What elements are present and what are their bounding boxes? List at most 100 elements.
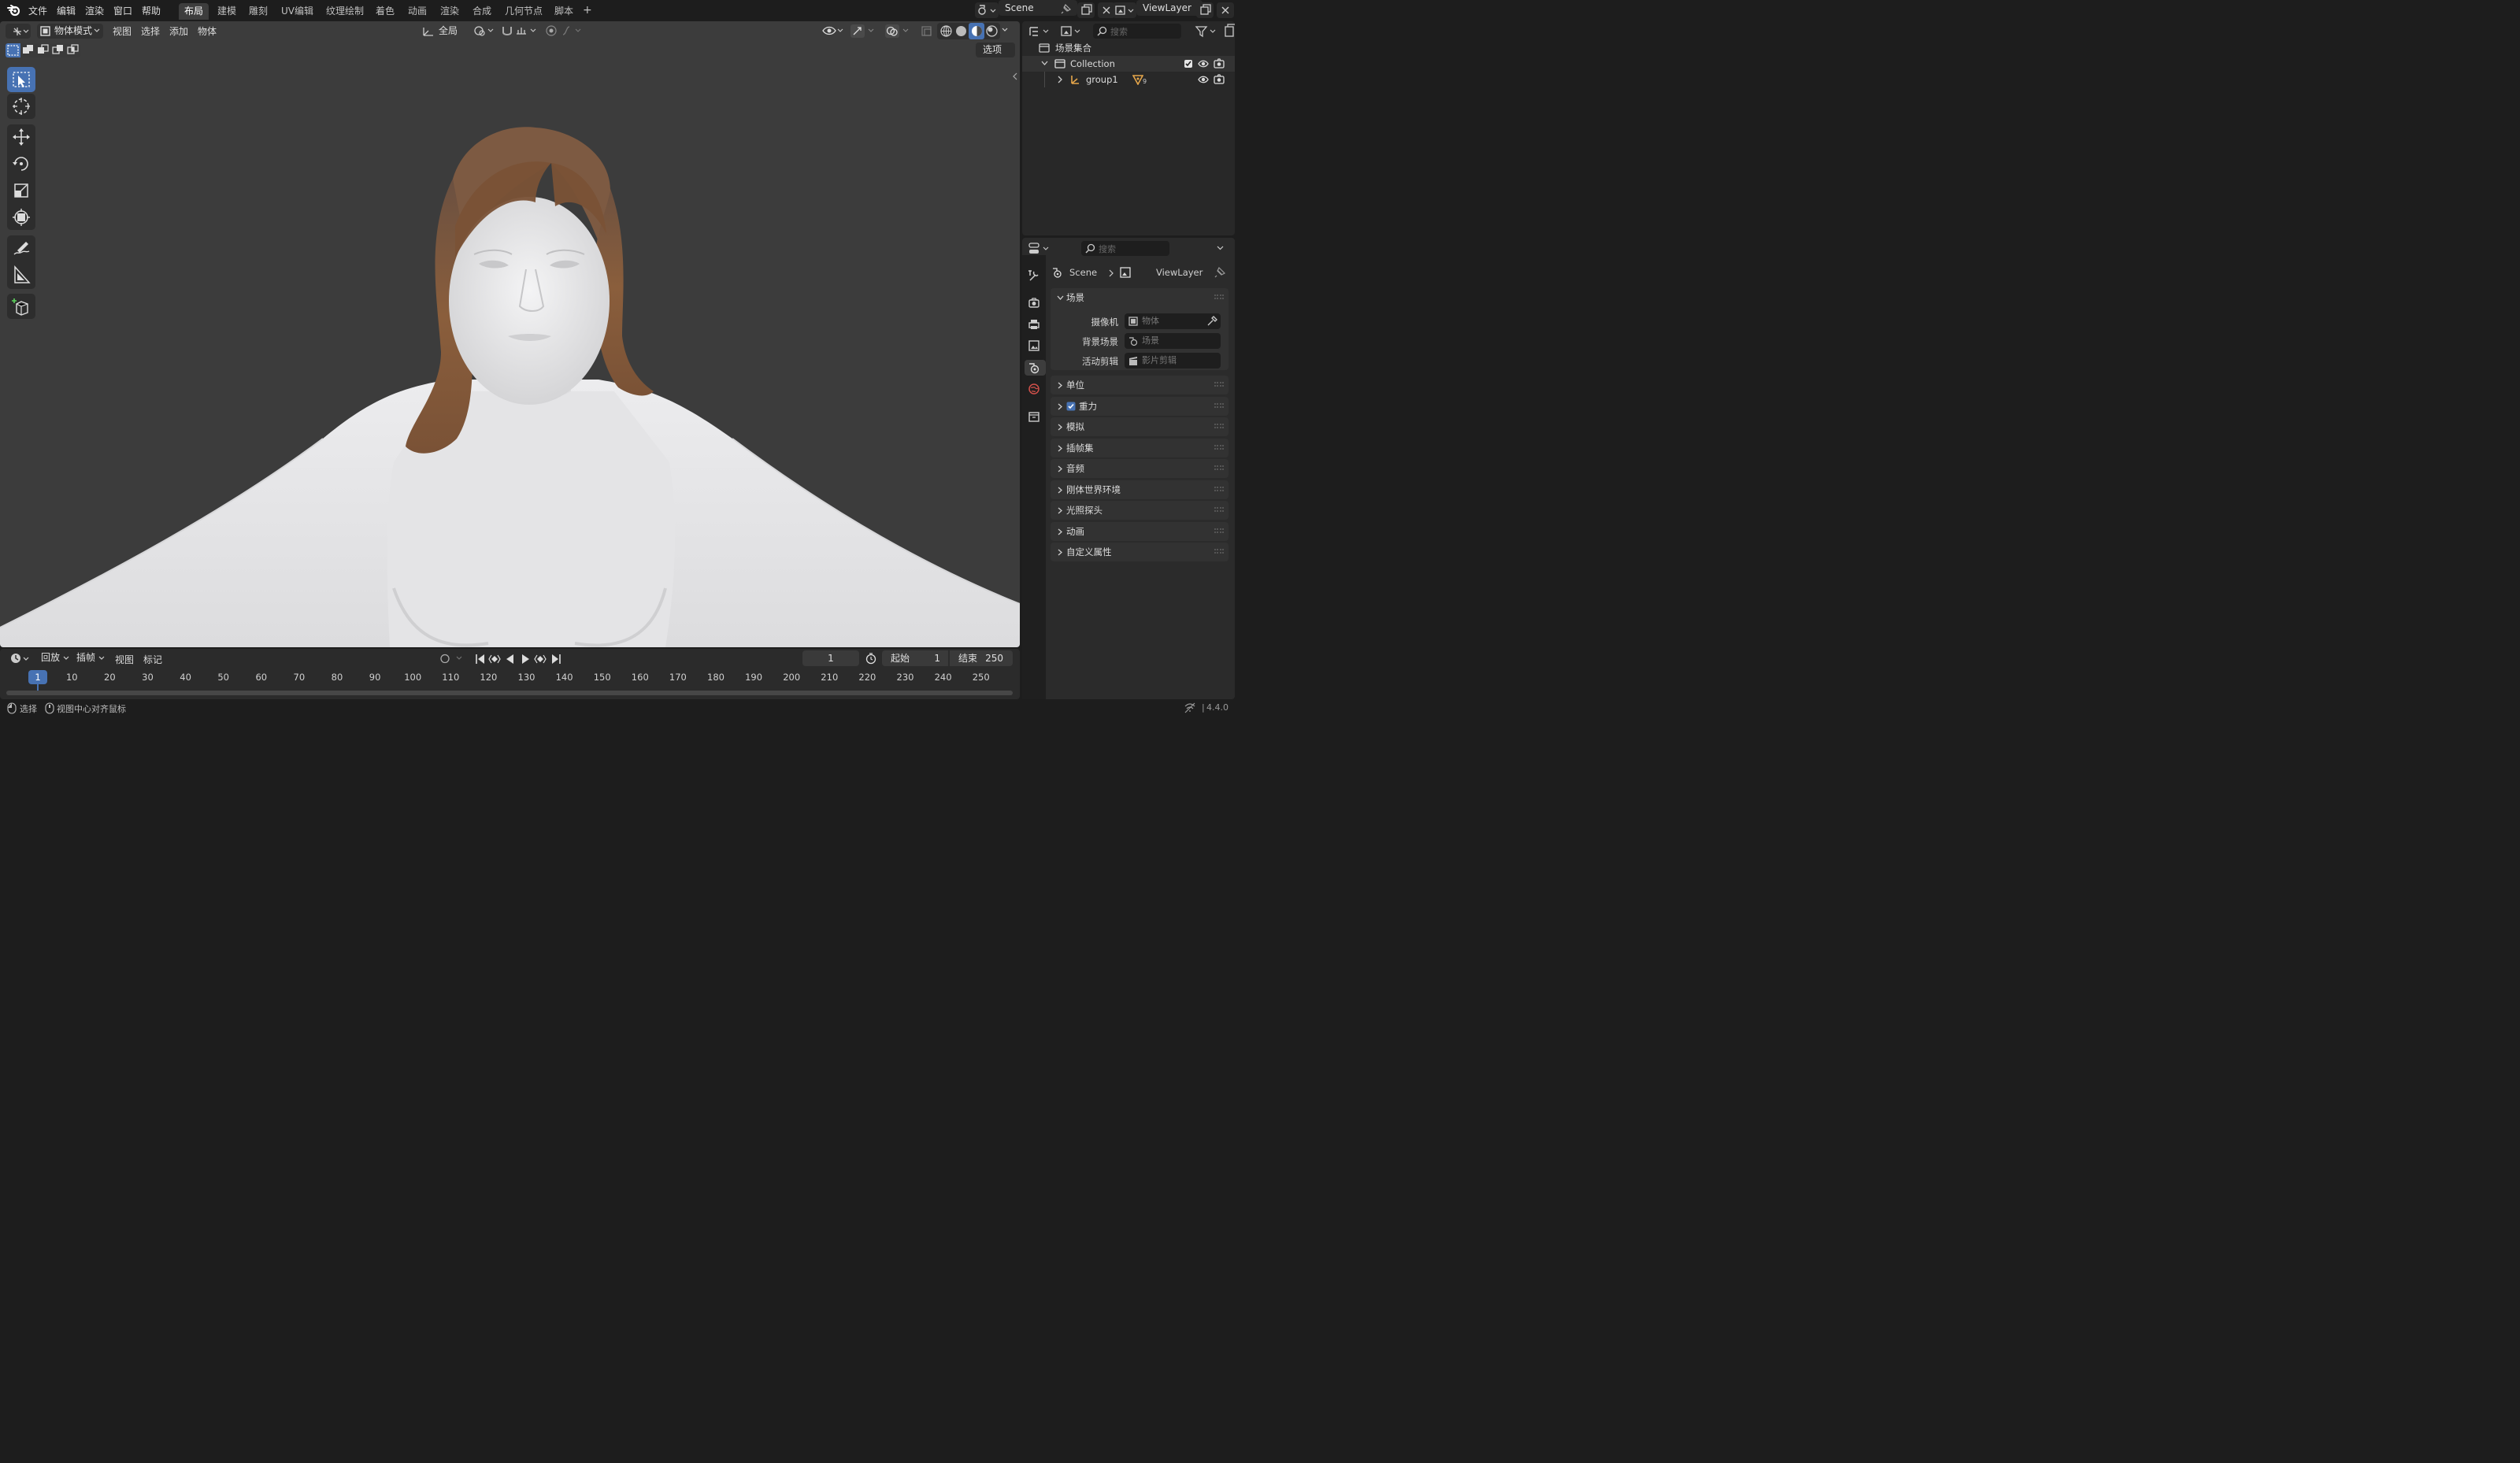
tab-scripting[interactable]: 脚本 (549, 3, 579, 20)
snap-target-icon[interactable] (515, 24, 539, 38)
proportional-edit-icon[interactable] (545, 24, 558, 38)
jump-start-icon[interactable] (474, 653, 487, 665)
material-preview-button[interactable] (969, 23, 984, 39)
camera-render-icon[interactable] (1214, 58, 1225, 69)
properties-search-input[interactable]: 搜索 (1081, 241, 1169, 256)
drag-handle-icon[interactable] (1214, 549, 1224, 554)
drag-handle-icon[interactable] (1214, 445, 1224, 450)
tab-layout[interactable]: 布局 (179, 3, 209, 20)
add-workspace-button[interactable]: + (577, 2, 598, 19)
scene-browse-button[interactable] (975, 2, 999, 18)
snap-icon[interactable] (501, 24, 513, 38)
solid-shading-icon[interactable] (954, 24, 968, 38)
select-invert-button[interactable] (50, 43, 65, 57)
timeline-editor-type-button[interactable] (6, 651, 31, 666)
select-new-button[interactable] (6, 43, 20, 57)
gizmo-icon[interactable] (850, 24, 876, 38)
new-collection-button[interactable] (1222, 24, 1235, 39)
menu-view[interactable]: 视图 (113, 24, 132, 38)
drag-handle-icon[interactable] (1214, 507, 1224, 512)
tab-animation[interactable]: 动画 (402, 3, 432, 20)
tab-geometry-nodes[interactable]: 几何节点 (499, 3, 548, 20)
checkbox-icon[interactable] (1184, 59, 1193, 69)
outliner-row-group1[interactable]: group1 9 (1022, 72, 1235, 87)
tab-compositing[interactable]: 合成 (467, 3, 497, 20)
tab-render[interactable] (1026, 295, 1042, 311)
drag-handle-icon[interactable] (1214, 424, 1224, 428)
tab-sculpt[interactable]: 雕刻 (243, 3, 273, 20)
3d-viewport[interactable]: 物体模式 视图 选择 添加 物体 全局 选项 (0, 21, 1020, 647)
menu-window[interactable]: 窗口 (113, 4, 132, 17)
sidebar-toggle-icon[interactable] (1012, 72, 1018, 80)
cursor-tool[interactable] (7, 94, 35, 119)
gravity-checkbox[interactable] (1066, 402, 1076, 411)
chevron-down-icon[interactable] (1002, 28, 1008, 32)
panel-animation[interactable]: 动画 (1051, 522, 1228, 541)
preview-range-icon[interactable] (865, 652, 877, 665)
chevron-right-icon[interactable] (1057, 76, 1063, 83)
tab-rendering[interactable]: 渲染 (435, 3, 465, 20)
drag-handle-icon[interactable] (1214, 487, 1224, 491)
menu-edit[interactable]: 编辑 (57, 4, 76, 17)
camera-field[interactable]: 物体 (1125, 313, 1221, 329)
menu-add[interactable]: 添加 (169, 24, 188, 38)
drag-handle-icon[interactable] (1214, 382, 1224, 387)
filter-button[interactable] (1194, 24, 1219, 39)
keying-dropdown[interactable]: 插帧 (72, 650, 107, 665)
menu-object[interactable]: 物体 (198, 24, 217, 38)
pin-icon[interactable] (1060, 4, 1071, 15)
frame-end-field[interactable]: 结束 250 (950, 650, 1013, 666)
select-box-tool[interactable] (7, 67, 35, 92)
scale-tool[interactable] (7, 178, 35, 203)
tab-view-layer[interactable] (1026, 338, 1042, 354)
frame-ruler[interactable]: 10 20 30 40 50 60 70 80 90 100 110 120 130 140 150 160 1… (0, 669, 1020, 695)
tab-texture-paint[interactable]: 纹理绘制 (321, 3, 369, 20)
menu-file[interactable]: 文件 (28, 4, 47, 17)
add-cube-tool[interactable] (7, 294, 35, 319)
tab-modeling[interactable]: 建模 (212, 3, 242, 20)
play-icon[interactable] (519, 653, 532, 665)
eyedropper-icon[interactable] (1206, 316, 1217, 327)
panel-scene-header[interactable]: 场景 (1051, 288, 1228, 307)
tab-output[interactable] (1026, 317, 1042, 332)
outliner-editor-type-button[interactable] (1027, 24, 1054, 39)
timeline-scrollbar[interactable] (6, 691, 1013, 695)
tab-world[interactable] (1026, 381, 1042, 397)
display-mode-button[interactable] (1058, 24, 1085, 39)
new-view-layer-button[interactable] (1196, 2, 1214, 18)
panel-units[interactable]: 单位 (1051, 376, 1228, 394)
tab-shading[interactable]: 着色 (370, 3, 400, 20)
visibility-icon[interactable] (821, 24, 845, 38)
menu-render[interactable]: 渲染 (85, 4, 104, 17)
blender-logo-icon[interactable] (7, 4, 20, 17)
transform-tool[interactable] (7, 205, 35, 230)
measure-tool[interactable] (7, 262, 35, 287)
drag-handle-icon[interactable] (1214, 403, 1224, 408)
rendered-shading-icon[interactable] (985, 24, 999, 38)
chevron-down-icon[interactable] (1217, 246, 1224, 250)
timeline-menu-marker[interactable]: 标记 (143, 653, 162, 666)
background-scene-field[interactable]: 场景 (1125, 333, 1221, 349)
wireframe-shading-icon[interactable] (939, 24, 953, 38)
eye-icon[interactable] (1198, 74, 1209, 85)
drag-handle-icon[interactable] (1214, 528, 1224, 533)
select-subtract-button[interactable] (35, 43, 50, 57)
panel-light-probes[interactable]: 光照探头 (1051, 501, 1228, 520)
panel-rigid-body-world[interactable]: 刚体世界环境 (1051, 480, 1228, 499)
pivot-icon[interactable] (472, 24, 496, 38)
active-clip-field[interactable]: 影片剪辑 (1125, 353, 1221, 369)
tab-collection[interactable] (1026, 409, 1042, 424)
rotate-tool[interactable] (7, 151, 35, 176)
menu-help[interactable]: 帮助 (142, 4, 161, 17)
prev-keyframe-icon[interactable] (488, 653, 501, 665)
playback-dropdown[interactable]: 回放 (37, 650, 72, 665)
current-frame-field[interactable]: 1 (802, 650, 859, 666)
jump-end-icon[interactable] (550, 653, 562, 665)
menu-select[interactable]: 选择 (141, 24, 160, 38)
panel-custom-properties[interactable]: 自定义属性 (1051, 543, 1228, 561)
falloff-icon[interactable] (561, 24, 584, 38)
drag-handle-icon[interactable] (1214, 465, 1224, 470)
frame-start-field[interactable]: 起始 1 (882, 650, 948, 666)
timeline-menu-view[interactable]: 视图 (115, 653, 134, 666)
outliner-search-input[interactable]: 搜索 (1093, 24, 1181, 39)
